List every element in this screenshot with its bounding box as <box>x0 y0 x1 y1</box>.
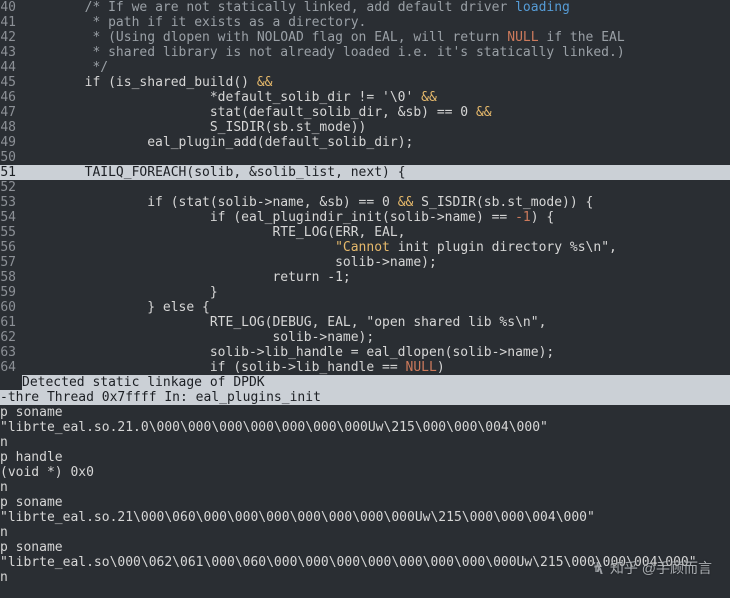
code-source: eal_plugin_add(default_solib_dir); <box>22 135 730 150</box>
line-number: 45 <box>0 75 22 90</box>
line-number: 52 <box>0 180 22 195</box>
code-line: 61 RTE_LOG(DEBUG, EAL, "open shared lib … <box>0 315 730 330</box>
debugger-output-pane[interactable]: p soname"librte_eal.so.21.0\000\000\000\… <box>0 405 730 585</box>
debugger-line: "librte_eal.so.21\000\060\000\000\000\00… <box>0 510 730 525</box>
code-line: 44 */ <box>0 60 730 75</box>
line-number: 59 <box>0 285 22 300</box>
code-line: 55 RTE_LOG(ERR, EAL, <box>0 225 730 240</box>
code-line: 53 if (stat(solib->name, &sb) == 0 && S_… <box>0 195 730 210</box>
code-source: "Cannot init plugin directory %s\n", <box>22 240 730 255</box>
debugger-line: n <box>0 570 730 585</box>
code-line: 49 eal_plugin_add(default_solib_dir); <box>0 135 730 150</box>
code-line: 40 /* If we are not statically linked, a… <box>0 0 730 15</box>
line-number: 60 <box>0 300 22 315</box>
debugger-line: n <box>0 435 730 450</box>
debugger-line: n <box>0 525 730 540</box>
line-number: 50 <box>0 150 22 165</box>
code-source: solib->lib_handle = eal_dlopen(solib->na… <box>22 345 730 360</box>
code-line: 42 * (Using dlopen with NOLOAD flag on E… <box>0 30 730 45</box>
line-number: 51 <box>0 165 22 180</box>
debugger-line: n <box>0 480 730 495</box>
code-source: if (eal_plugindir_init(solib->name) == -… <box>22 210 730 225</box>
code-line: 50 <box>0 150 730 165</box>
debugger-line: p soname <box>0 540 730 555</box>
code-source: TAILQ_FOREACH(solib, &solib_list, next) … <box>22 165 730 180</box>
debugger-line: "librte_eal.so\000\062\061\000\060\000\0… <box>0 555 730 570</box>
debugger-line: "librte_eal.so.21.0\000\000\000\000\000\… <box>0 420 730 435</box>
code-source: return -1; <box>22 270 730 285</box>
code-source: *default_solib_dir != '\0' && <box>22 90 730 105</box>
code-line: 41 * path if it exists as a directory. <box>0 15 730 30</box>
detect-message: Detected static linkage of DPDK <box>22 375 730 390</box>
code-source <box>22 150 730 165</box>
line-number: 58 <box>0 270 22 285</box>
code-source: } else { <box>22 300 730 315</box>
code-line: 45 if (is_shared_build() && <box>0 75 730 90</box>
code-source: solib->name); <box>22 330 730 345</box>
code-source: } <box>22 285 730 300</box>
code-line: 57 solib->name); <box>0 255 730 270</box>
line-number: 42 <box>0 30 22 45</box>
code-line: 47 stat(default_solib_dir, &sb) == 0 && <box>0 105 730 120</box>
line-number: 63 <box>0 345 22 360</box>
debugger-thread-header: -thre Thread 0x7ffff In: eal_plugins_ini… <box>0 390 730 405</box>
code-line: 43 * shared library is not already loade… <box>0 45 730 60</box>
code-source: /* If we are not statically linked, add … <box>22 0 730 15</box>
code-line: 54 if (eal_plugindir_init(solib->name) =… <box>0 210 730 225</box>
line-number: 53 <box>0 195 22 210</box>
line-number: 56 <box>0 240 22 255</box>
code-source: stat(default_solib_dir, &sb) == 0 && <box>22 105 730 120</box>
code-source: * shared library is not already loaded i… <box>22 45 730 60</box>
code-source: RTE_LOG(ERR, EAL, <box>22 225 730 240</box>
code-line: 51 TAILQ_FOREACH(solib, &solib_list, nex… <box>0 165 730 180</box>
debugger-line: p soname <box>0 405 730 420</box>
code-line: 60 } else { <box>0 300 730 315</box>
code-source <box>22 180 730 195</box>
line-number: 61 <box>0 315 22 330</box>
line-number: 64 <box>0 360 22 375</box>
code-line: 64 if (solib->lib_handle == NULL) <box>0 360 730 375</box>
line-number: 41 <box>0 15 22 30</box>
line-number: 57 <box>0 255 22 270</box>
code-line: 62 solib->name); <box>0 330 730 345</box>
debugger-line: (void *) 0x0 <box>0 465 730 480</box>
code-source: RTE_LOG(DEBUG, EAL, "open shared lib %s\… <box>22 315 730 330</box>
code-source: * (Using dlopen with NOLOAD flag on EAL,… <box>22 30 730 45</box>
code-line: 46 *default_solib_dir != '\0' && <box>0 90 730 105</box>
line-number: 48 <box>0 120 22 135</box>
line-number: 55 <box>0 225 22 240</box>
line-number: 46 <box>0 90 22 105</box>
source-code-pane[interactable]: 40 /* If we are not statically linked, a… <box>0 0 730 375</box>
code-line: 63 solib->lib_handle = eal_dlopen(solib-… <box>0 345 730 360</box>
code-source: if (stat(solib->name, &sb) == 0 && S_ISD… <box>22 195 730 210</box>
line-number: 43 <box>0 45 22 60</box>
code-source: * path if it exists as a directory. <box>22 15 730 30</box>
line-number: 44 <box>0 60 22 75</box>
code-line: 52 <box>0 180 730 195</box>
line-number: 62 <box>0 330 22 345</box>
line-number: 47 <box>0 105 22 120</box>
code-source: solib->name); <box>22 255 730 270</box>
line-number: 54 <box>0 210 22 225</box>
code-line: 56 "Cannot init plugin directory %s\n", <box>0 240 730 255</box>
code-source: */ <box>22 60 730 75</box>
code-line: 58 return -1; <box>0 270 730 285</box>
code-line: 48 S_ISDIR(sb.st_mode)) <box>0 120 730 135</box>
code-source: if (solib->lib_handle == NULL) <box>22 360 730 375</box>
debugger-line: p handle <box>0 450 730 465</box>
code-source: if (is_shared_build() && <box>22 75 730 90</box>
line-number: 40 <box>0 0 22 15</box>
code-line: 59 } <box>0 285 730 300</box>
debugger-line: p soname <box>0 495 730 510</box>
code-source: S_ISDIR(sb.st_mode)) <box>22 120 730 135</box>
line-number: 49 <box>0 135 22 150</box>
